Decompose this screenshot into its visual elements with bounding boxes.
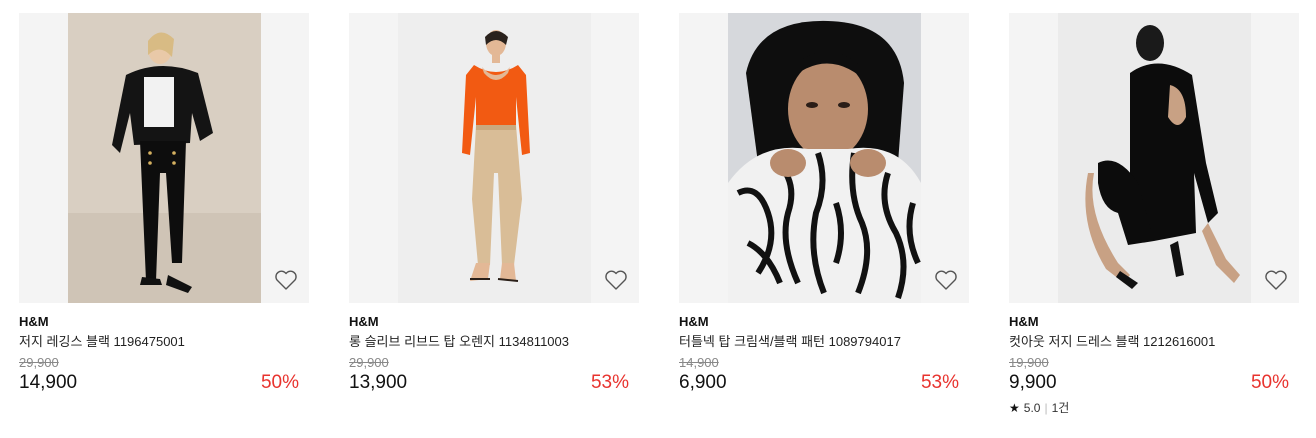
sale-price: 13,900 [349,372,408,393]
discount-rate: 50% [260,372,299,393]
product-card[interactable]: H&M 저지 레깅스 블랙 1196475001 29,900 14,900 5… [19,13,309,395]
product-name[interactable]: 저지 레깅스 블랙 1196475001 [19,334,309,350]
original-price: 14,900 [679,355,719,370]
heart-outline-icon [1265,270,1287,290]
sale-price: 6,900 [679,372,727,393]
wishlist-button[interactable] [1263,267,1289,293]
price-row: 14,900 50% [19,371,309,395]
product-image-area[interactable] [19,13,309,303]
discount-rate: 50% [1250,372,1289,393]
product-name[interactable]: 컷아웃 저지 드레스 블랙 1212616001 [1009,334,1299,350]
product-rating[interactable]: ★ 5.0 | 1건 [1009,401,1299,415]
product-photo[interactable] [398,13,591,303]
heart-outline-icon [275,270,297,290]
wishlist-button[interactable] [933,267,959,293]
sale-price: 14,900 [19,372,78,393]
product-card[interactable]: H&M 컷아웃 저지 드레스 블랙 1212616001 19,900 9,90… [1009,13,1299,415]
discount-rate: 53% [920,372,959,393]
product-name[interactable]: 터틀넥 탑 크림색/블랙 패턴 1089794017 [679,334,969,350]
product-brand: H&M [679,314,709,329]
heart-outline-icon [605,270,627,290]
product-image-area[interactable] [1009,13,1299,303]
star-icon: ★ [1009,401,1020,415]
product-name[interactable]: 롱 슬리브 리브드 탑 오렌지 1134811003 [349,334,639,350]
price-row: 9,900 50% [1009,371,1299,395]
original-price: 29,900 [19,355,59,370]
price-row: 6,900 53% [679,371,969,395]
heart-outline-icon [935,270,957,290]
rating-divider: | [1044,401,1048,415]
sale-price: 9,900 [1009,372,1057,393]
product-card[interactable]: H&M 롱 슬리브 리브드 탑 오렌지 1134811003 29,900 13… [349,13,639,395]
product-image-area[interactable] [679,13,969,303]
product-card[interactable]: H&M 터틀넥 탑 크림색/블랙 패턴 1089794017 14,900 6,… [679,13,969,395]
wishlist-button[interactable] [603,267,629,293]
original-price: 29,900 [349,355,389,370]
discount-rate: 53% [590,372,629,393]
product-photo[interactable] [728,13,921,303]
product-brand: H&M [349,314,379,329]
product-brand: H&M [19,314,49,329]
review-count: 1건 [1051,401,1070,415]
product-grid: H&M 저지 레깅스 블랙 1196475001 29,900 14,900 5… [19,13,1309,433]
original-price: 19,900 [1009,355,1049,370]
wishlist-button[interactable] [273,267,299,293]
product-photo[interactable] [68,13,261,303]
product-photo[interactable] [1058,13,1251,303]
rating-score: 5.0 [1023,401,1041,415]
product-image-area[interactable] [349,13,639,303]
product-brand: H&M [1009,314,1039,329]
price-row: 13,900 53% [349,371,639,395]
